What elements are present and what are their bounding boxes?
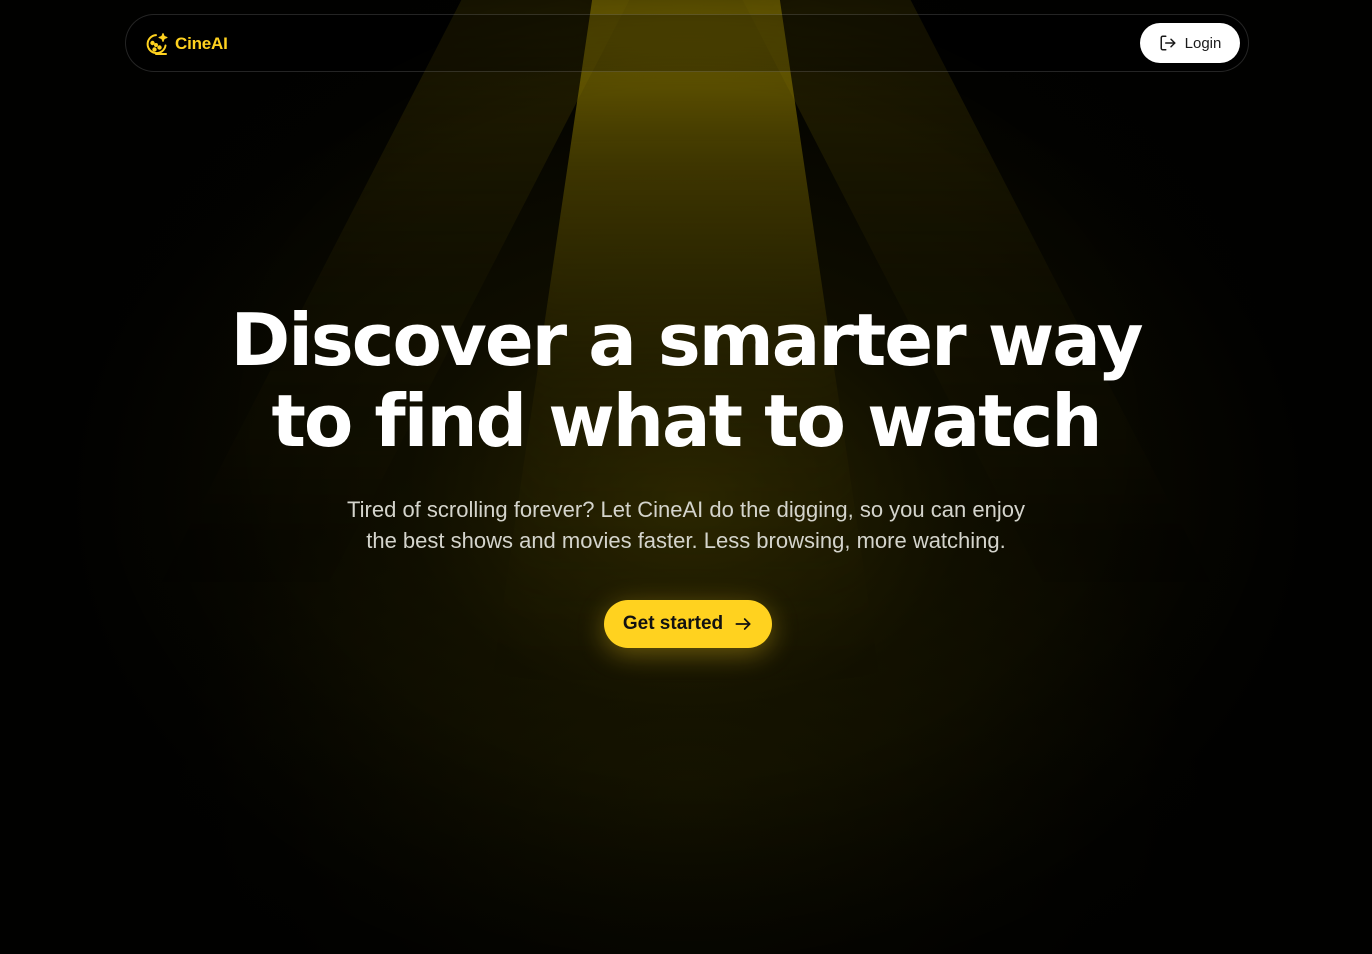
vignette-overlay xyxy=(0,0,1372,954)
hero-title: Discover a smarter way to find what to w… xyxy=(0,300,1372,462)
get-started-button[interactable]: Get started xyxy=(604,600,772,648)
brand-name: CineAI xyxy=(175,34,228,53)
hero-title-line-1: Discover a smarter way xyxy=(230,298,1143,382)
brand-logo-link[interactable]: CineAI xyxy=(145,32,228,56)
arrow-right-icon xyxy=(735,618,751,630)
top-navbar: CineAI Login xyxy=(125,14,1249,72)
film-reel-sparkle-icon xyxy=(146,33,168,55)
login-button[interactable]: Login xyxy=(1140,23,1240,63)
hero-background xyxy=(0,0,1372,954)
log-in-icon xyxy=(1160,35,1176,51)
login-label: Login xyxy=(1184,34,1222,52)
get-started-label: Get started xyxy=(622,613,724,634)
hero-subtitle-line-1: Tired of scrolling forever? Let CineAI d… xyxy=(347,497,1025,522)
hero-subtitle-line-2: the best shows and movies faster. Less b… xyxy=(366,528,1006,553)
hero-subtitle: Tired of scrolling forever? Let CineAI d… xyxy=(0,494,1372,556)
hero-title-line-2: to find what to watch xyxy=(271,379,1102,463)
